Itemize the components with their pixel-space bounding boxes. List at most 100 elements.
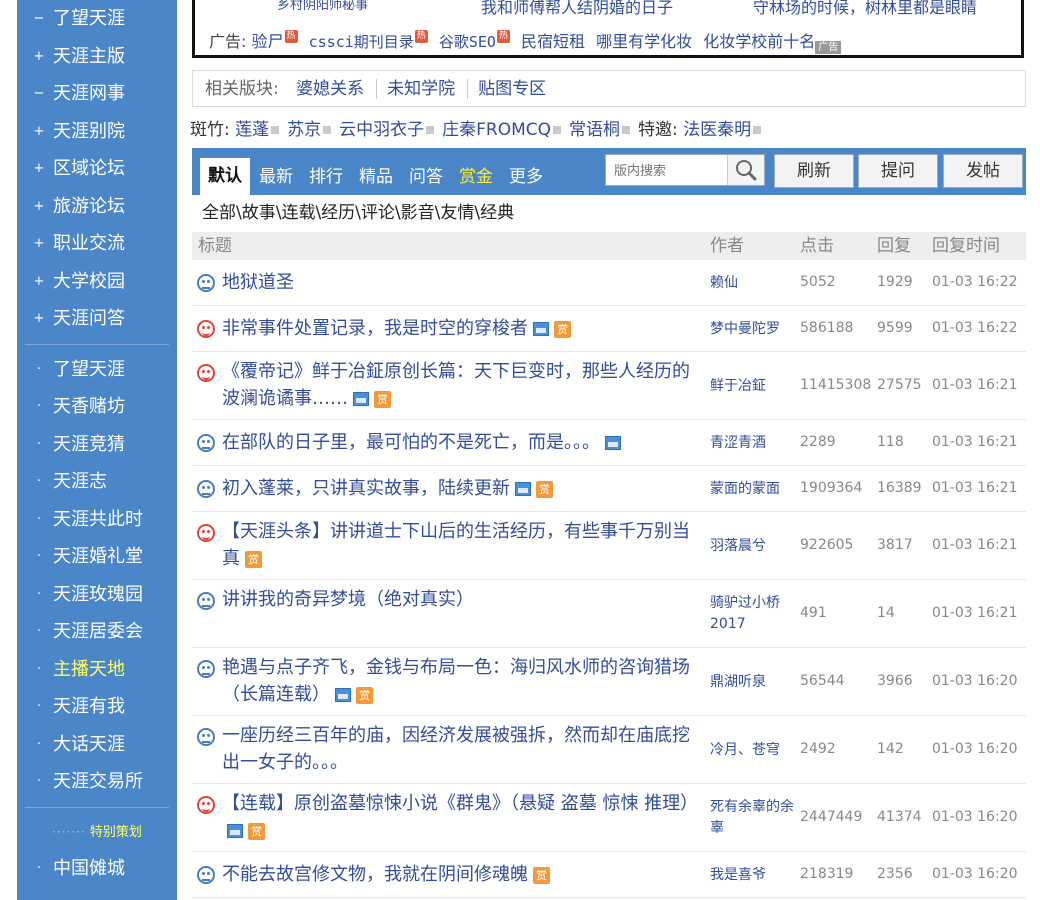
- sidebar-item[interactable]: + 天涯问答: [17, 300, 177, 338]
- tab-qa[interactable]: 问答: [409, 162, 443, 192]
- sidebar-item[interactable]: − 了望天涯: [17, 0, 177, 38]
- reward-badge: 赏: [554, 320, 571, 338]
- ad-sponsored-link[interactable]: 化妆学校前十名 广告: [703, 32, 842, 54]
- divider: [376, 79, 378, 99]
- sidebar-item[interactable]: + 天涯主版: [17, 38, 177, 76]
- thread-title-link[interactable]: 地狱道圣: [222, 272, 294, 293]
- thread-title-link[interactable]: 初入蓬莱，只讲真实故事，陆续更新: [222, 478, 510, 499]
- board-search-input[interactable]: [612, 156, 734, 186]
- tab-default[interactable]: 默认: [200, 158, 250, 195]
- tab-featured[interactable]: 精品: [359, 162, 393, 192]
- sidebar-item[interactable]: + 天涯别院: [17, 113, 177, 151]
- ad-link-1[interactable]: 乡村阴阳师秘事: [277, 0, 368, 13]
- expand-icon: +: [33, 198, 45, 214]
- thread-title-link[interactable]: 一座历经三百年的庙，因经济发展被强拆，然而却在庙底挖出一女子的。。。: [222, 725, 690, 773]
- click-count: 491: [800, 605, 827, 621]
- expand-icon: +: [33, 311, 45, 326]
- user-status-icon: [426, 126, 435, 134]
- sidebar-item[interactable]: · 中国傩城: [17, 850, 177, 888]
- sidebar-item[interactable]: · 了望天涯: [17, 351, 177, 389]
- click-count: 2447449: [800, 809, 863, 825]
- author-link[interactable]: 蒙面的蒙面: [710, 479, 796, 500]
- ad-sponsored-link[interactable]: 民宿短租: [521, 32, 585, 51]
- smiley-hot-icon: [197, 320, 215, 338]
- thread-title-link[interactable]: 不能去故宫修文物，我就在阴间修魂魄: [222, 864, 528, 885]
- thread-title-link[interactable]: 讲讲我的奇异梦境（绝对真实）: [222, 589, 474, 610]
- sidebar-item[interactable]: · 天涯共此时: [17, 501, 177, 539]
- moderator-link[interactable]: 莲蓬: [235, 120, 269, 140]
- author-link[interactable]: 我是喜爷: [710, 865, 796, 886]
- sidebar-item[interactable]: · 天涯志: [17, 463, 177, 501]
- ask-button[interactable]: 提问: [858, 154, 938, 188]
- sidebar-item[interactable]: · 天香赌坊: [17, 388, 177, 426]
- smiley-hot-icon: [197, 796, 215, 814]
- ad-sponsored-link[interactable]: 验尸热: [252, 30, 298, 51]
- tab-more[interactable]: 更多: [509, 162, 543, 192]
- reward-badge: 赏: [245, 550, 262, 568]
- click-count: 2289: [800, 434, 836, 450]
- author-link[interactable]: 羽落晨兮: [710, 536, 796, 557]
- related-board-link[interactable]: 未知学院: [387, 79, 467, 99]
- moderator-link[interactable]: 苏京: [287, 120, 321, 140]
- author-link[interactable]: 骑驴过小桥2017: [710, 593, 796, 635]
- sidebar-item[interactable]: + 职业交流: [17, 225, 177, 263]
- tab-reward[interactable]: 赏金: [459, 162, 493, 192]
- tab-latest[interactable]: 最新: [259, 162, 293, 192]
- moderator-link[interactable]: 庄秦FROMCQ: [442, 120, 551, 140]
- thread-title-cell: 【天涯头条】讲讲道士下山后的生活经历，有些事千万别当真赏: [222, 518, 702, 572]
- sidebar-item[interactable]: · 天涯居委会: [17, 613, 177, 651]
- sidebar-item[interactable]: + 区域论坛: [17, 150, 177, 188]
- related-board-link[interactable]: 婆媳关系: [296, 79, 376, 99]
- click-count: 11415308: [800, 377, 872, 393]
- thread-title-link[interactable]: 【连载】原创盗墓惊悚小说《群鬼》（悬疑 盗墓 惊悚 推理）: [222, 793, 698, 814]
- ad-sponsored-link[interactable]: cssci期刊目录热: [308, 30, 428, 51]
- related-board-link[interactable]: 贴图专区: [478, 79, 558, 99]
- sidebar-item[interactable]: · 天涯竞猜: [17, 426, 177, 464]
- thread-title-link[interactable]: 《覆帝记》鲜于冶鉦原创长篇：天下巨变时，那些人经历的波澜诡谲事……: [222, 361, 690, 409]
- sidebar-item[interactable]: · 天涯玫瑰园: [17, 576, 177, 614]
- sidebar-item[interactable]: + 大学校园: [17, 263, 177, 301]
- author-link[interactable]: 青涩青酒: [710, 433, 796, 454]
- refresh-button[interactable]: 刷新: [774, 154, 854, 188]
- ad-sponsored-link[interactable]: 谷歌SEO 热: [439, 30, 510, 51]
- sidebar-item[interactable]: · 天涯有我: [17, 688, 177, 726]
- bullet-icon: ·: [36, 549, 42, 564]
- author-link[interactable]: 冷月、苍穹: [710, 740, 796, 761]
- new-post-button[interactable]: 发帖: [943, 154, 1023, 188]
- sidebar-item[interactable]: + 旅游论坛: [17, 188, 177, 226]
- reply-count: 2356: [877, 866, 913, 882]
- ad-link-text: cssci期刊目录: [308, 33, 414, 51]
- sidebar-item[interactable]: · 大话天涯: [17, 726, 177, 764]
- category-filter[interactable]: 全部\故事\连载\经历\评论\影音\友情\经典: [202, 200, 514, 226]
- sidebar-item-label: 天涯有我: [53, 696, 125, 717]
- bullet-icon: ·: [36, 774, 42, 789]
- thread-title-link[interactable]: 艳遇与点子齐飞，金钱与布局一色：海归风水师的咨询猎场（长篇连载）: [222, 657, 690, 705]
- ad-link-3[interactable]: 守林场的时候，树林里都是眼睛: [753, 0, 977, 18]
- reply-time: 01-03 16:22: [932, 274, 1018, 290]
- image-icon: [353, 392, 369, 406]
- thread-title-link[interactable]: 在部队的日子里，最可怕的不是死亡，而是。。。: [222, 432, 600, 453]
- sidebar-item[interactable]: − 天涯网事: [17, 75, 177, 113]
- tab-ranking[interactable]: 排行: [309, 162, 343, 192]
- author-link[interactable]: 梦中曼陀罗: [710, 319, 796, 340]
- thread-title-link[interactable]: 非常事件处置记录，我是时空的穿梭者: [222, 318, 528, 339]
- author-link[interactable]: 赖仙: [710, 273, 796, 294]
- sidebar-item-label: 了望天涯: [53, 8, 125, 29]
- author-link[interactable]: 鼎湖听泉: [710, 672, 796, 693]
- nav-group-community: · 了望天涯 · 天香赌坊 · 天涯竞猜 · 天涯志 · 天涯共此时 · 天涯婚礼堂 · 天涯玫瑰园 · 天涯…: [17, 351, 177, 801]
- author-link[interactable]: 死有余辜的余辜: [710, 797, 796, 839]
- moderator-link[interactable]: 云中羽衣子: [339, 120, 424, 140]
- ad-sponsored-link[interactable]: 哪里有学化妆: [596, 32, 692, 51]
- guest-moderator-link[interactable]: 法医秦明: [683, 120, 751, 140]
- sidebar-item[interactable]: · 天涯交易所: [17, 763, 177, 801]
- thread-title-link[interactable]: 【天涯头条】讲讲道士下山后的生活经历，有些事千万别当真: [222, 521, 690, 569]
- click-count: 5052: [800, 274, 836, 290]
- user-status-icon: [553, 126, 562, 134]
- moderator-link[interactable]: 常语桐: [569, 120, 620, 140]
- sidebar-item[interactable]: · 主播天地: [17, 651, 177, 689]
- sidebar-item[interactable]: · 天涯婚礼堂: [17, 538, 177, 576]
- search-button[interactable]: [727, 155, 764, 185]
- author-link[interactable]: 鲜于冶鉦: [710, 376, 796, 397]
- ad-link-2[interactable]: 我和师傅帮人结阴婚的日子: [481, 0, 673, 18]
- left-sidebar: − 了望天涯 + 天涯主版 − 天涯网事 + 天涯别院 + 区域论坛 + 旅游论坛 + 职业交流 + 大学校园…: [17, 0, 177, 900]
